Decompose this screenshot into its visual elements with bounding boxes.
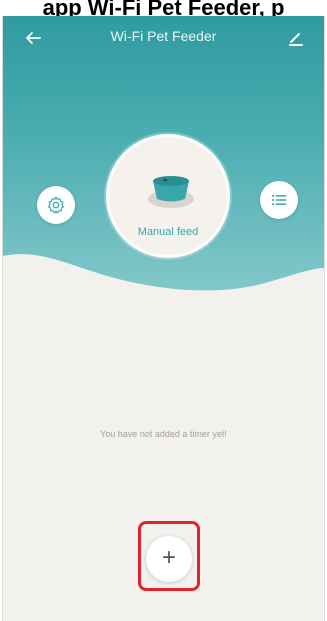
records-list-button[interactable] — [260, 181, 298, 219]
gear-icon — [47, 196, 65, 214]
top-bar: Wi-Fi Pet Feeder — [3, 24, 324, 52]
add-timer-button[interactable]: + — [146, 536, 192, 582]
settings-button[interactable] — [37, 186, 75, 224]
manual-feed-button[interactable]: Manual feed — [106, 134, 230, 258]
page-title: Wi-Fi Pet Feeder — [110, 28, 217, 44]
pet-bowl-icon — [148, 176, 194, 208]
caption-banner: app Wi-Fi Pet Feeder, p — [0, 0, 327, 16]
edit-button[interactable] — [284, 26, 308, 50]
pencil-icon — [289, 33, 303, 46]
arrow-left-icon — [26, 32, 41, 44]
manual-feed-label: Manual feed — [137, 226, 199, 238]
list-icon — [272, 194, 287, 206]
back-button[interactable] — [21, 26, 45, 50]
app-screen: Wi-Fi Pet Feeder Manual feed You have no… — [2, 16, 325, 621]
empty-timer-message: You have not added a timer yet! — [100, 429, 227, 439]
caption-text: app Wi-Fi Pet Feeder, p — [42, 0, 285, 16]
